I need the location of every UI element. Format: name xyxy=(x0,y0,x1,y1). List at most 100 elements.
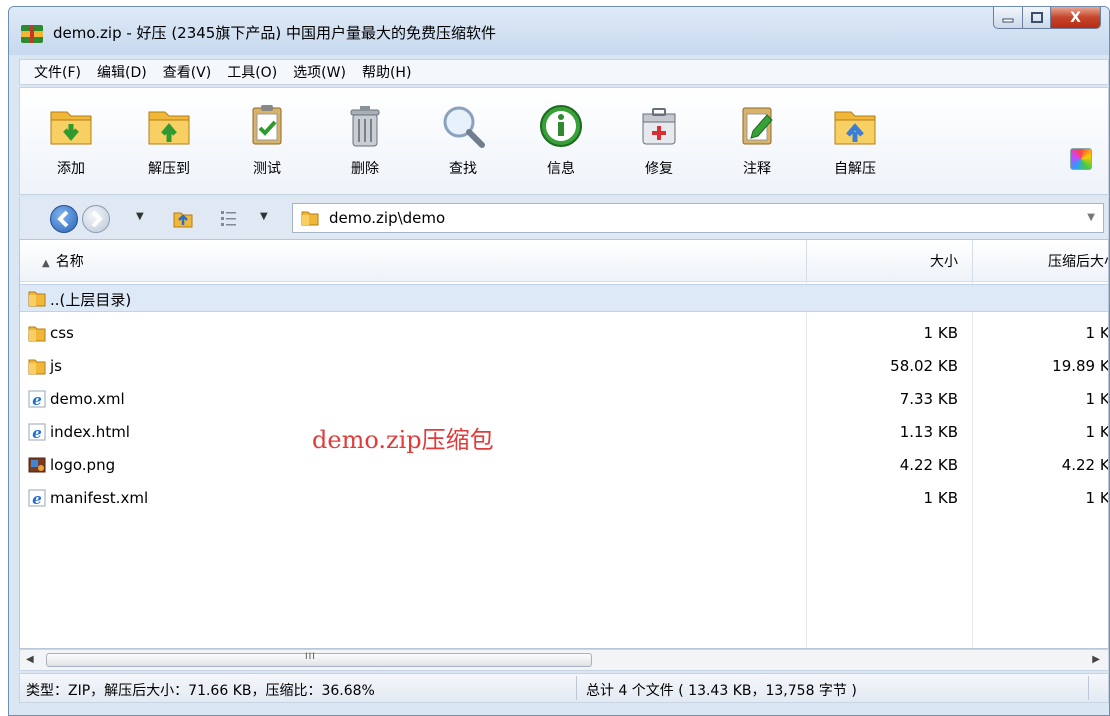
archive-status: 类型：ZIP，解压后大小：71.66 KB，压缩比：36.68% xyxy=(26,683,375,699)
test-button[interactable]: 测试 xyxy=(232,102,302,188)
column-name-header[interactable]: ▲ 名称 xyxy=(42,251,84,271)
file-name: demo.xml xyxy=(50,390,125,408)
file-size: 4.22 KB xyxy=(899,456,958,474)
arrow-left-icon xyxy=(57,210,69,228)
app-window: demo.zip - 好压 (2345旗下产品) 中国用户量最大的免费压缩软件 … xyxy=(8,6,1110,716)
menu-bar: 文件(F) 编辑(D) 查看(V) 工具(O) 选项(W) 帮助(H) xyxy=(19,59,1109,85)
title-bar[interactable]: demo.zip - 好压 (2345旗下产品) 中国用户量最大的免费压缩软件 … xyxy=(9,7,1109,55)
minimize-button[interactable] xyxy=(993,7,1023,29)
up-folder-icon[interactable] xyxy=(172,207,194,229)
column-divider[interactable] xyxy=(972,240,973,282)
menu-file[interactable]: 文件(F) xyxy=(34,62,81,82)
repair-kit-icon xyxy=(642,108,676,145)
view-mode-dropdown-icon[interactable]: ▼ xyxy=(260,211,268,222)
repair-button[interactable]: 修复 xyxy=(624,102,694,188)
parent-directory-label: ..(上层目录) xyxy=(50,291,132,309)
file-name: js xyxy=(50,357,62,375)
table-row[interactable]: e demo.xml 7.33 KB 1 KB xyxy=(20,383,1108,416)
add-label: 添加 xyxy=(57,161,85,177)
column-size-header[interactable]: 大小 xyxy=(800,251,958,271)
folder-icon xyxy=(301,211,319,226)
extract-label: 解压到 xyxy=(148,161,190,177)
annotation-label: demo.zip压缩包 xyxy=(312,426,494,454)
file-size: 1.13 KB xyxy=(899,423,958,441)
window-title: demo.zip - 好压 (2345旗下产品) 中国用户量最大的免费压缩软件 xyxy=(53,24,496,42)
repair-label: 修复 xyxy=(645,161,673,177)
toolbar: 添加 解压到 测试 删除 查找 信息 修复 注释 自解压 xyxy=(19,87,1109,195)
comment-label: 注释 xyxy=(743,161,771,177)
table-row[interactable]: js 58.02 KB 19.89 KB xyxy=(20,350,1108,383)
file-size: 1 KB xyxy=(923,324,958,342)
view-mode-icon[interactable] xyxy=(220,209,238,227)
scroll-right-icon[interactable]: ▶ xyxy=(1092,654,1100,665)
table-row[interactable]: e manifest.xml 1 KB 1 KB xyxy=(20,482,1108,515)
menu-tools[interactable]: 工具(O) xyxy=(227,62,277,82)
grip-icon: III xyxy=(305,652,316,662)
window-controls: X xyxy=(993,7,1101,29)
svg-text:e: e xyxy=(32,424,42,441)
file-name: index.html xyxy=(50,423,130,441)
table-row[interactable]: logo.png 4.22 KB 4.22 KB xyxy=(20,449,1108,482)
scrollbar-thumb[interactable]: III xyxy=(46,652,592,667)
ie-file-icon: e xyxy=(28,489,46,507)
column-compressed-header[interactable]: 压缩后大小 xyxy=(968,251,1108,271)
image-file-icon xyxy=(28,457,46,473)
add-button[interactable]: 添加 xyxy=(36,102,106,188)
folder-icon xyxy=(28,291,46,307)
table-row[interactable]: e index.html 1.13 KB 1 KB xyxy=(20,416,1108,449)
table-row[interactable]: css 1 KB 1 KB xyxy=(20,317,1108,350)
address-path: demo.zip\demo xyxy=(329,209,446,227)
scroll-left-icon[interactable]: ◀ xyxy=(26,654,34,665)
trash-icon xyxy=(350,106,380,147)
info-label: 信息 xyxy=(547,161,575,177)
minimize-icon xyxy=(1002,18,1014,22)
menu-options[interactable]: 选项(W) xyxy=(293,62,346,82)
file-compressed-size: 4.22 KB xyxy=(1061,456,1109,474)
menu-help[interactable]: 帮助(H) xyxy=(362,62,411,82)
navigation-bar: ▼ ▼ demo.zip\demo ▼ xyxy=(19,197,1109,239)
ie-file-icon: e xyxy=(28,390,46,408)
close-button[interactable]: X xyxy=(1051,7,1101,29)
test-label: 测试 xyxy=(253,161,281,177)
info-button[interactable]: 信息 xyxy=(526,102,596,188)
history-dropdown-icon[interactable]: ▼ xyxy=(136,211,144,222)
column-divider[interactable] xyxy=(806,240,807,282)
back-button[interactable] xyxy=(50,205,78,233)
ie-file-icon: e xyxy=(28,423,46,441)
find-label: 查找 xyxy=(449,161,477,177)
sfx-label: 自解压 xyxy=(834,161,876,177)
address-bar[interactable]: demo.zip\demo ▼ xyxy=(292,203,1104,233)
arrow-right-icon xyxy=(91,210,103,228)
status-bar: 类型：ZIP，解压后大小：71.66 KB，压缩比：36.68% 总计 4 个文… xyxy=(19,673,1109,703)
app-logo-icon xyxy=(21,25,43,43)
delete-button[interactable]: 删除 xyxy=(330,102,400,188)
folder-icon xyxy=(28,359,46,375)
test-clipboard-icon xyxy=(252,105,282,145)
status-divider xyxy=(576,676,577,700)
sfx-button[interactable]: 自解压 xyxy=(820,102,890,188)
skin-color-icon[interactable] xyxy=(1070,148,1092,170)
folder-icon xyxy=(28,326,46,342)
comment-button[interactable]: 注释 xyxy=(722,102,792,188)
file-size: 1 KB xyxy=(923,489,958,507)
parent-directory-row[interactable]: ..(上层目录) xyxy=(20,284,1108,312)
file-compressed-size: 1 KB xyxy=(1085,423,1109,441)
close-icon: X xyxy=(1070,9,1081,26)
address-dropdown-icon[interactable]: ▼ xyxy=(1087,212,1095,223)
forward-button[interactable] xyxy=(82,205,110,233)
list-header: ▲ 名称 大小 压缩后大小 xyxy=(20,240,1108,282)
total-status: 总计 4 个文件 ( 13.43 KB，13,758 字节 ) xyxy=(586,683,857,699)
file-list: ▲ 名称 大小 压缩后大小 ..(上层目录) css 1 KB 1 KB js 5… xyxy=(19,239,1109,649)
extract-button[interactable]: 解压到 xyxy=(134,102,204,188)
file-size: 7.33 KB xyxy=(899,390,958,408)
maximize-button[interactable] xyxy=(1023,7,1051,29)
menu-view[interactable]: 查看(V) xyxy=(163,62,212,82)
horizontal-scrollbar[interactable]: ◀ III ▶ xyxy=(19,649,1109,671)
menu-edit[interactable]: 编辑(D) xyxy=(97,62,147,82)
comment-pencil-icon xyxy=(742,107,773,145)
sfx-folder-icon xyxy=(834,111,876,145)
delete-label: 删除 xyxy=(351,161,379,177)
find-button[interactable]: 查找 xyxy=(428,102,498,188)
sort-up-icon: ▲ xyxy=(42,258,50,269)
file-compressed-size: 1 KB xyxy=(1085,390,1109,408)
